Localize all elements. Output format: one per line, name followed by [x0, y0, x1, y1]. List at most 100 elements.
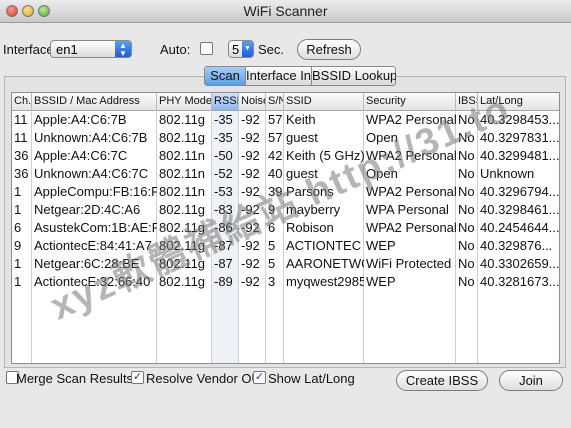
table-row[interactable]: 36 Apple:A4:C6:7C 802.11n -50 -92 42 Keith (5 … — [12, 147, 559, 165]
cell-ssid: mayberry — [286, 202, 341, 217]
cell-phy-mode: 802.11n — [159, 166, 206, 181]
cell-security: WPA2 Personal — [366, 184, 456, 199]
cell-lat-long: 40.3298461... — [480, 202, 560, 217]
cell-bssid: ActiontecE:84:41:A7 — [34, 238, 152, 253]
table-row[interactable]: 11 Apple:A4:C6:7B 802.11g -35 -92 57 Keith WPA2… — [12, 111, 559, 129]
cell-ssid: myqwest2985 — [286, 274, 364, 289]
wifi-scanner-window: WiFi Scanner Interface en1 ▲ ▼ Auto: 5 ▼ … — [0, 0, 571, 428]
cell-noise: -92 — [241, 256, 260, 271]
header-col-phy-mode[interactable]: PHY Mode — [157, 93, 212, 110]
cell-phy-mode: 802.11g — [159, 220, 206, 235]
cell-ssid: Keith (5 GHz) — [286, 148, 364, 163]
create-ibss-button[interactable]: Create IBSS — [396, 370, 488, 391]
show-lat-long-label: Show Lat/Long — [268, 371, 355, 386]
show-lat-long-checkbox[interactable]: ✓ — [253, 371, 266, 384]
tab-interface-info[interactable]: Interface Info — [245, 67, 312, 85]
cell-noise: -92 — [241, 238, 260, 253]
cell-sn: 6 — [268, 220, 276, 235]
table-header: Ch.BSSID / Mac AddressPHY ModeRSSINoiseS… — [12, 93, 559, 111]
cell-channel: 9 — [14, 238, 22, 253]
interface-label: Interface — [3, 42, 54, 57]
cell-channel: 1 — [14, 184, 22, 199]
cell-phy-mode: 802.11g — [159, 130, 206, 145]
cell-security: Open — [366, 166, 398, 181]
cell-ibss: No — [458, 148, 475, 163]
cell-phy-mode: 802.11g — [159, 202, 206, 217]
cell-ssid: guest — [286, 166, 318, 181]
cell-ssid: ACTIONTEC — [286, 238, 362, 253]
cell-channel: 36 — [14, 148, 29, 163]
cell-sn: 57 — [268, 130, 283, 145]
window-title: WiFi Scanner — [243, 3, 328, 19]
join-button[interactable]: Join — [499, 370, 563, 391]
interface-select[interactable]: en1 ▲ ▼ — [50, 40, 132, 58]
cell-rssi: -83 — [214, 202, 233, 217]
header-col-security[interactable]: Security — [364, 93, 456, 110]
header-col-sn[interactable]: S/N — [266, 93, 284, 110]
cell-sn: 5 — [268, 256, 276, 271]
header-col-ssid[interactable]: SSID — [284, 93, 364, 110]
refresh-button[interactable]: Refresh — [297, 39, 361, 60]
interface-select-value: en1 — [56, 42, 78, 57]
table-row[interactable]: 9 ActiontecE:84:41:A7 802.11g -87 -92 5 ACTION… — [12, 237, 559, 255]
interval-select[interactable]: 5 ▼ — [228, 40, 254, 58]
header-col-ibss[interactable]: IBSS — [456, 93, 478, 110]
cell-security: WPA2 Personal — [366, 148, 456, 163]
cell-noise: -92 — [241, 184, 260, 199]
cell-lat-long: 40.3296794... — [480, 184, 560, 199]
cell-bssid: Netgear:6C:28:BE — [34, 256, 140, 271]
cell-noise: -92 — [241, 148, 260, 163]
cell-phy-mode: 802.11n — [159, 148, 206, 163]
cell-channel: 1 — [14, 274, 22, 289]
table-row[interactable]: 1 Netgear:6C:28:BE 802.11g -87 -92 5 AARONETWO… — [12, 255, 559, 273]
cell-sn: 9 — [268, 202, 276, 217]
cell-security: WEP — [366, 274, 396, 289]
cell-rssi: -50 — [214, 148, 233, 163]
table-row[interactable]: 6 AsustekCom:1B:AE:F0 802.11g -86 -92 6 Robiso… — [12, 219, 559, 237]
cell-lat-long: 40.3281673... — [480, 274, 560, 289]
table-row[interactable]: 1 Netgear:2D:4C:A6 802.11g -83 -92 9 mayberry W… — [12, 201, 559, 219]
cell-phy-mode: 802.11g — [159, 238, 206, 253]
cell-lat-long: 40.2454644... — [480, 220, 560, 235]
cell-sn: 57 — [268, 112, 283, 127]
cell-noise: -92 — [241, 112, 260, 127]
tab-bssid-lookup[interactable]: BSSID Lookup — [311, 67, 396, 85]
interval-select-value: 5 — [232, 42, 240, 57]
cell-channel: 1 — [14, 202, 22, 217]
tab-scan[interactable]: Scan — [205, 67, 245, 85]
cell-ibss: No — [458, 202, 475, 217]
cell-channel: 6 — [14, 220, 22, 235]
header-col-bssid[interactable]: BSSID / Mac Address — [32, 93, 157, 110]
cell-lat-long: 40.3297831... — [480, 130, 560, 145]
table-row[interactable]: 11 Unknown:A4:C6:7B 802.11g -35 -92 57 guest Op… — [12, 129, 559, 147]
table-row[interactable]: 1 ActiontecE:32:66:40 802.11g -89 -92 3 myqwes… — [12, 273, 559, 291]
table-row[interactable]: 36 Unknown:A4:C6:7C 802.11n -52 -92 40 guest Op… — [12, 165, 559, 183]
cell-bssid: Apple:A4:C6:7C — [34, 148, 128, 163]
cell-ssid: guest — [286, 130, 318, 145]
auto-checkbox[interactable] — [200, 42, 213, 55]
cell-bssid: Netgear:2D:4C:A6 — [34, 202, 141, 217]
cell-bssid: Unknown:A4:C6:7C — [34, 166, 149, 181]
header-col-noise[interactable]: Noise — [239, 93, 266, 110]
cell-security: WEP — [366, 238, 396, 253]
cell-phy-mode: 802.11g — [159, 112, 206, 127]
cell-channel: 11 — [14, 112, 28, 127]
cell-channel: 11 — [14, 130, 28, 145]
header-col-rssi[interactable]: RSSI — [212, 93, 239, 110]
cell-noise: -92 — [241, 202, 260, 217]
cell-rssi: -87 — [214, 256, 233, 271]
header-col-channel[interactable]: Ch. — [12, 93, 32, 110]
scan-results-table[interactable]: Ch.BSSID / Mac AddressPHY ModeRSSINoiseS… — [11, 92, 560, 364]
tab-bar: Scan Interface Info BSSID Lookup — [204, 66, 396, 86]
cell-rssi: -89 — [214, 274, 233, 289]
table-row[interactable]: 1 AppleCompu:FB:16:F8 802.11n -53 -92 39 Parso… — [12, 183, 559, 201]
cell-lat-long: Unknown — [480, 166, 535, 181]
cell-sn: 39 — [268, 184, 283, 199]
merge-scan-results-label: Merge Scan Results — [16, 371, 134, 386]
header-col-lat-long[interactable]: Lat/Long — [478, 93, 559, 110]
title-bar[interactable]: WiFi Scanner — [0, 0, 571, 23]
cell-bssid: Apple:A4:C6:7B — [34, 112, 127, 127]
cell-bssid: Unknown:A4:C6:7B — [34, 130, 148, 145]
resolve-vendor-oui-checkbox[interactable]: ✓ — [131, 371, 144, 384]
cell-lat-long: 40.329876... — [480, 238, 553, 253]
